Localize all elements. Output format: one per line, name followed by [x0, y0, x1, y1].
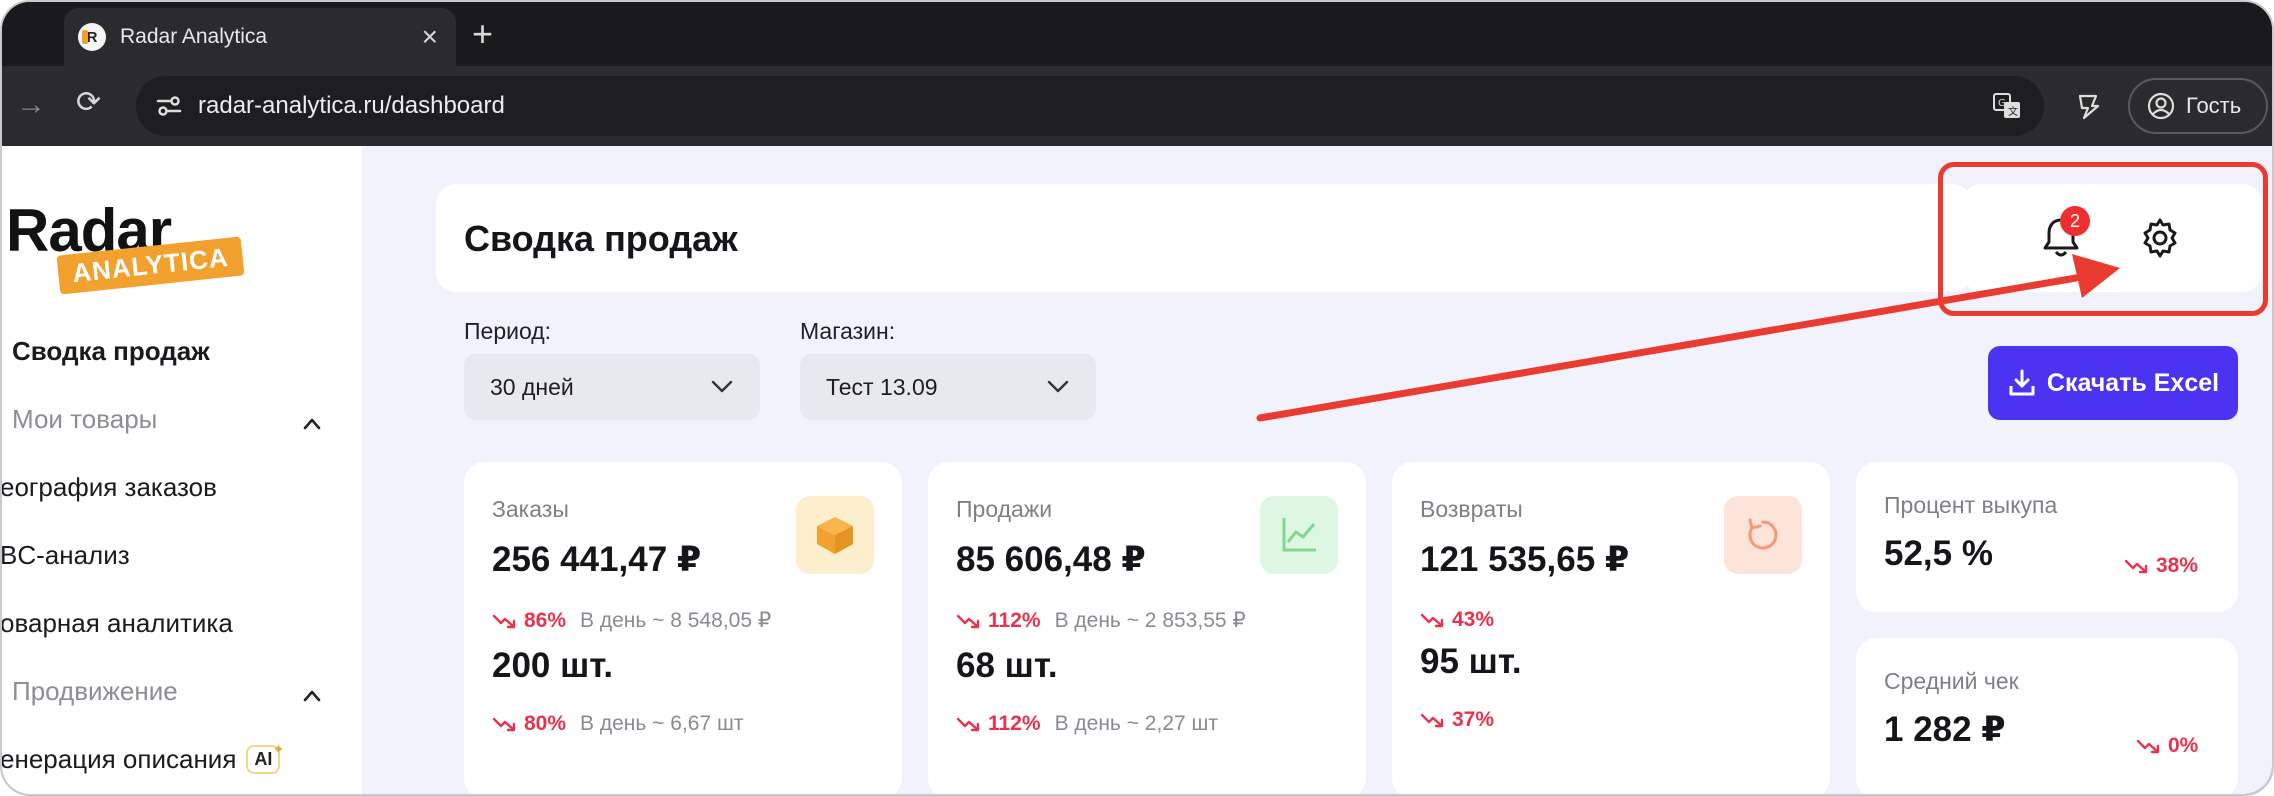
address-bar[interactable]: radar-analytica.ru/dashboard G文 [136, 76, 2044, 136]
svg-text:文: 文 [2008, 105, 2018, 118]
annotation-highlight-box [1938, 162, 2268, 316]
box-icon [796, 496, 874, 574]
returns-count-trend: 37% [1420, 708, 1494, 732]
period-select[interactable]: 30 дней [464, 354, 760, 420]
sales-amount: 85 606,48 ₽ [956, 540, 1146, 579]
site-settings-icon[interactable] [150, 87, 188, 125]
shop-select[interactable]: Тест 13.09 [800, 354, 1096, 420]
trend-down-icon [956, 614, 980, 628]
tab-title: Radar Analytica [120, 25, 268, 48]
ai-badge-label: AI [254, 749, 273, 769]
browser-toolbar: → ⟳ radar-analytica.ru/dashboard G文 Гост… [2, 66, 2272, 146]
sales-title: Продажи [956, 496, 1053, 522]
period-label: Период: [464, 318, 552, 344]
returns-card: Возвраты 121 535,65 ₽ 43% 95 шт. 37% [1392, 462, 1830, 794]
returns-amount-trend: 43% [1420, 608, 1494, 632]
orders-title: Заказы [492, 496, 569, 522]
sidebar-item-product-analytics[interactable]: оварная аналитика [2, 608, 233, 639]
ai-badge: AI ✦ [246, 741, 284, 774]
chevron-down-icon [1047, 380, 1069, 393]
orders-count-perday: В день ~ 6,67 шт [580, 712, 744, 735]
buyout-card: Процент выкупа 52,5 % 38% [1856, 462, 2238, 612]
sales-count-trend: 112% В день ~ 2,27 шт [956, 712, 1218, 736]
sales-amount-perday: В день ~ 2 853,55 ₽ [1054, 609, 1246, 632]
profile-button[interactable]: Гость [2128, 78, 2268, 134]
sidebar-item-description-generation[interactable]: енерация описания AI ✦ [0, 741, 284, 777]
returns-amount: 121 535,65 ₽ [1420, 540, 1630, 579]
trend-down-icon [1420, 613, 1444, 628]
chart-icon [1260, 496, 1338, 574]
avg-check-title: Средний чек [1884, 668, 2019, 694]
sales-card: Продажи 85 606,48 ₽ 112% В день ~ 2 853,… [928, 462, 1366, 794]
trend-down-icon [2136, 739, 2160, 754]
sidebar-item-order-geography[interactable]: еография заказов [2, 472, 217, 503]
sales-amount-pct: 112% [988, 608, 1041, 632]
trend-down-icon [956, 717, 980, 732]
profile-icon [2147, 92, 2175, 120]
trend-down-icon [1420, 713, 1444, 728]
avg-check-trend: 0% [2136, 734, 2198, 758]
close-tab-icon[interactable]: × [422, 23, 438, 51]
profile-label: Гость [2186, 93, 2242, 118]
chevron-up-icon[interactable] [302, 686, 322, 706]
orders-count-trend: 80% В день ~ 6,67 шт [492, 712, 743, 736]
orders-amount-trend: 86% В день ~ 8 548,05 ₽ [492, 608, 771, 633]
browser-window: R Radar Analytica × + → ⟳ radar-analytic… [0, 0, 2274, 796]
radar-favicon-icon: R [78, 23, 106, 51]
url-text[interactable]: radar-analytica.ru/dashboard [198, 92, 505, 120]
orders-count: 200 шт. [492, 646, 614, 685]
trend-down-icon [492, 717, 516, 732]
trend-down-icon [2124, 559, 2148, 574]
page-content: Radar ANALYTICA Сводка продаж Мои товары… [0, 146, 2272, 794]
page-title: Сводка продаж [464, 218, 738, 259]
sidebar-item-promotion[interactable]: Продвижение [12, 676, 178, 707]
shop-label: Магазин: [800, 318, 896, 344]
returns-count: 95 шт. [1420, 642, 1522, 681]
chevron-down-icon [711, 380, 733, 393]
download-excel-button[interactable]: Скачать Excel [1988, 346, 2238, 420]
avg-check-pct: 0% [2168, 734, 2199, 757]
download-excel-label: Скачать Excel [2046, 368, 2220, 397]
returns-title: Возвраты [1420, 496, 1523, 522]
radar-logo[interactable]: Radar ANALYTICA [6, 196, 246, 296]
forward-icon[interactable]: → [16, 88, 46, 122]
tab-bar: R Radar Analytica × + [2, 2, 2272, 66]
sidebar-item-my-products[interactable]: Мои товары [12, 404, 157, 435]
sparkle-icon: ✦ [272, 741, 285, 757]
sales-count-perday: В день ~ 2,27 шт [1054, 712, 1218, 735]
buyout-trend: 38% [2124, 554, 2198, 578]
sidebar: Radar ANALYTICA Сводка продаж Мои товары… [0, 146, 362, 794]
chevron-up-icon[interactable] [302, 414, 322, 434]
sales-count: 68 шт. [956, 646, 1058, 685]
orders-count-pct: 80% [524, 712, 567, 735]
buyout-title: Процент выкупа [1884, 492, 2058, 518]
period-value: 30 дней [490, 374, 574, 400]
reload-icon[interactable]: ⟳ [76, 85, 101, 120]
translate-icon[interactable]: G文 [1992, 91, 2022, 121]
orders-amount-perday: В день ~ 8 548,05 ₽ [580, 609, 772, 632]
trend-down-icon [492, 614, 516, 628]
returns-amount-pct: 43% [1452, 608, 1495, 631]
sales-count-pct: 112% [988, 712, 1041, 735]
svg-text:G: G [1998, 98, 2006, 109]
returns-count-pct: 37% [1452, 708, 1495, 731]
header-card: Сводка продаж [436, 184, 1972, 292]
orders-amount: 256 441,47 ₽ [492, 540, 702, 579]
sidebar-item-sales-summary[interactable]: Сводка продаж [12, 336, 210, 367]
refresh-icon [1724, 496, 1802, 574]
extension-icon[interactable] [2072, 90, 2104, 122]
download-icon [2009, 369, 2035, 396]
browser-tab[interactable]: R Radar Analytica × [64, 8, 456, 66]
buyout-pct: 38% [2156, 554, 2199, 577]
avg-check-value: 1 282 ₽ [1884, 710, 2006, 749]
orders-amount-pct: 86% [524, 608, 567, 632]
avg-check-card: Средний чек 1 282 ₽ 0% [1856, 638, 2238, 794]
buyout-value: 52,5 % [1884, 534, 1993, 573]
new-tab-button[interactable]: + [472, 14, 493, 54]
shop-value: Тест 13.09 [826, 374, 938, 400]
sidebar-item-abc-analysis[interactable]: BC-анализ [2, 540, 130, 571]
sales-amount-trend: 112% В день ~ 2 853,55 ₽ [956, 608, 1246, 633]
sidebar-item-label: енерация описания [0, 744, 237, 774]
orders-card: Заказы 256 441,47 ₽ 86% В день ~ 8 548,0… [464, 462, 902, 794]
